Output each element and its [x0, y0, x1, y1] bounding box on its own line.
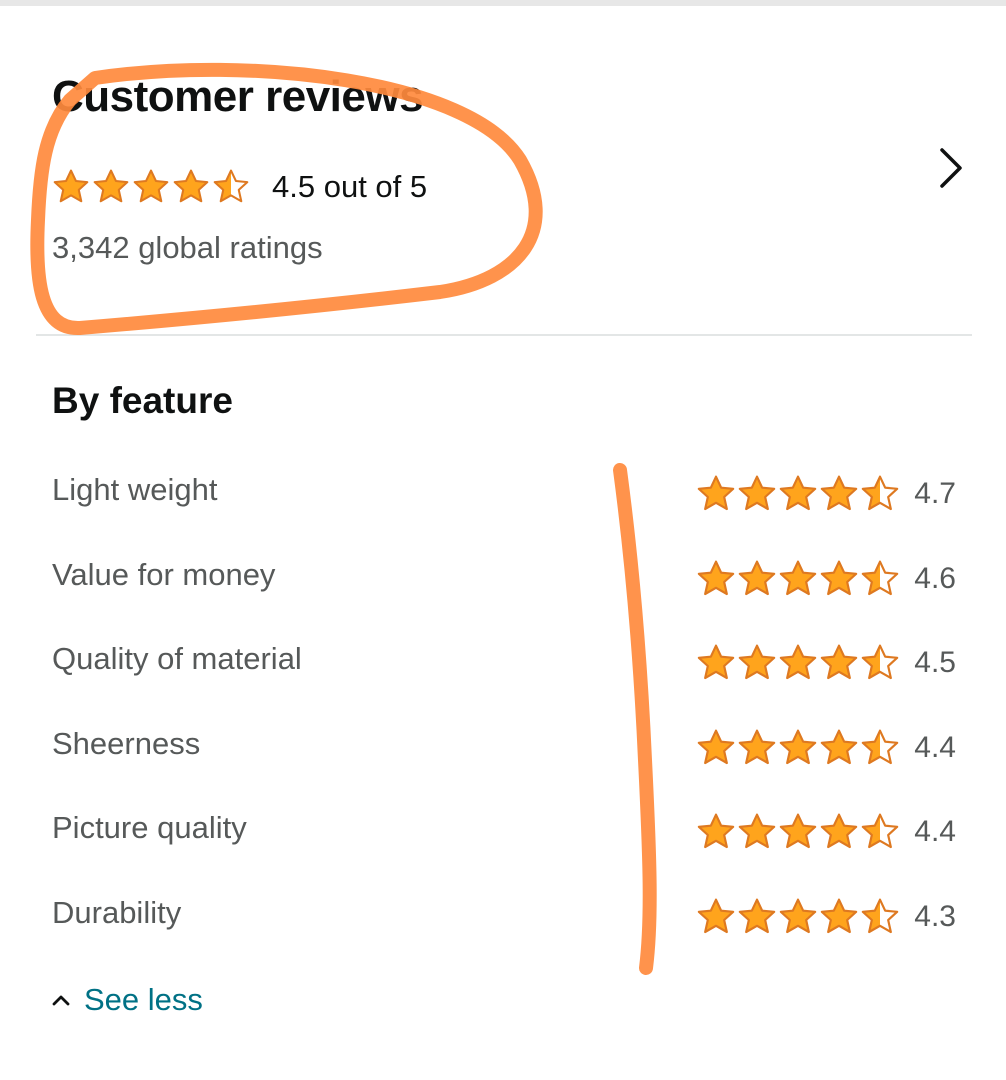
feature-score: 4.5 [914, 646, 956, 680]
feature-row: Light weight 4.7 [52, 450, 972, 535]
feature-label: Sheerness [52, 725, 201, 761]
star-icon [821, 898, 858, 934]
reviews-title: Customer reviews [52, 72, 424, 121]
star-icon [739, 729, 776, 764]
star-icon [173, 169, 209, 203]
feature-rating: 4.5 [696, 643, 956, 683]
star-icon [739, 644, 776, 680]
feature-label: Durability [52, 894, 182, 930]
feature-label: Light weight [52, 472, 218, 507]
star-icon [53, 169, 89, 203]
feature-label: Value for money [52, 556, 276, 592]
feature-rating: 4.4 [696, 728, 956, 768]
star-icon [739, 475, 776, 511]
feature-star-rating [696, 897, 900, 937]
by-feature-title: By feature [52, 380, 233, 421]
feature-row: Durability 4.3 [52, 873, 972, 958]
feature-star-rating [696, 559, 900, 599]
feature-score: 4.3 [914, 899, 956, 933]
star-icon [698, 644, 735, 680]
feature-rating: 4.6 [696, 559, 956, 599]
see-less-link[interactable]: See less [52, 980, 203, 1020]
global-ratings-count[interactable]: 3,342 global ratings [52, 230, 323, 266]
star-icon [780, 475, 817, 511]
star-icon [862, 898, 899, 934]
feature-rating: 4.3 [696, 897, 956, 937]
star-icon [133, 169, 169, 203]
feature-score: 4.4 [914, 815, 956, 849]
feature-list: Light weight 4.7 Value for money 4.6 Quality… [52, 450, 972, 958]
feature-row: Sheerness 4.4 [52, 704, 972, 789]
feature-label: Quality of material [52, 641, 302, 677]
overall-rating[interactable]: 4.5 out of 5 [52, 164, 427, 210]
star-icon [780, 729, 817, 764]
overall-rating-text: 4.5 out of 5 [272, 169, 428, 204]
star-icon [698, 560, 735, 595]
star-icon [862, 729, 899, 764]
feature-score: 4.7 [914, 477, 956, 510]
star-icon [213, 169, 249, 203]
feature-score: 4.6 [914, 561, 956, 595]
feature-score: 4.4 [914, 730, 956, 764]
star-icon [821, 475, 858, 511]
star-icon [780, 560, 817, 595]
star-icon [821, 813, 858, 849]
star-icon [780, 898, 817, 934]
star-icon [780, 644, 817, 680]
feature-row: Value for money 4.6 [52, 535, 972, 620]
customer-reviews-panel: Customer reviews 4.5 out of 5 3,342 glob… [0, 0, 1006, 1080]
star-icon [698, 898, 735, 934]
feature-row: Quality of material 4.5 [52, 619, 972, 704]
see-less-label: See less [84, 982, 203, 1017]
feature-rating: 4.4 [696, 812, 956, 852]
star-icon [780, 813, 817, 849]
feature-rating: 4.7 [696, 474, 956, 514]
star-icon [739, 813, 776, 849]
section-divider [36, 334, 972, 336]
star-icon [821, 644, 858, 680]
overall-star-rating [52, 168, 250, 206]
star-icon [862, 560, 899, 595]
star-icon [862, 813, 899, 849]
star-icon [862, 475, 899, 511]
star-icon [862, 644, 899, 680]
star-icon [821, 560, 858, 595]
feature-star-rating [696, 812, 900, 852]
chevron-right-icon[interactable] [926, 140, 976, 196]
feature-star-rating [696, 728, 900, 768]
star-icon [698, 729, 735, 764]
feature-label: Picture quality [52, 810, 247, 846]
chevron-up-icon [52, 995, 70, 1006]
feature-star-rating [696, 474, 900, 514]
star-icon [93, 169, 129, 203]
star-icon [698, 813, 735, 849]
feature-star-rating [696, 643, 900, 683]
feature-row: Picture quality 4.4 [52, 788, 972, 873]
star-icon [739, 560, 776, 595]
star-icon [698, 475, 735, 511]
star-icon [739, 898, 776, 934]
star-icon [821, 729, 858, 764]
